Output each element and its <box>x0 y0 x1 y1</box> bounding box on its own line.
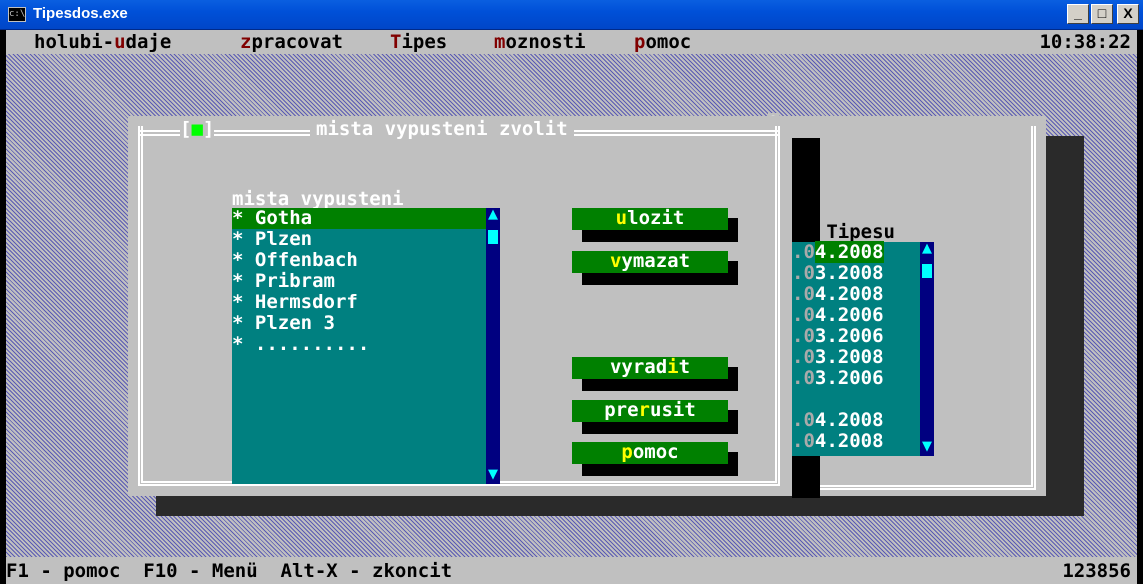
status-bar: F1 - pomoc F10 - Menü Alt-X - zkoncit 12… <box>6 557 1137 584</box>
row-prefix: .0 <box>792 346 815 368</box>
menu-tipes[interactable]: Tipes <box>390 32 447 53</box>
list-item[interactable]: .04.2006 <box>792 305 884 326</box>
list-item[interactable]: .04.2008 <box>792 431 884 452</box>
menu-label: omoc <box>645 31 692 53</box>
row-prefix: .0 <box>792 409 815 431</box>
scroll-down-arrow-icon[interactable]: ▼ <box>920 440 934 454</box>
row-date: 3.2008 <box>814 346 884 368</box>
button-label: omoc <box>632 441 679 463</box>
row-prefix: .0 <box>792 241 815 263</box>
row-date: 4.2008 <box>814 430 884 452</box>
list-item[interactable]: .03.2008 <box>792 263 884 284</box>
list-item[interactable]: .04.2008 <box>792 410 884 431</box>
list-item[interactable]: .04.2008 <box>792 241 884 263</box>
list-item[interactable]: * Offenbach <box>232 250 486 271</box>
dialog-close-button[interactable]: [■] <box>180 118 215 140</box>
row-date: 3.2008 <box>814 262 884 284</box>
button-hotkey: v <box>609 250 622 272</box>
row-prefix: .0 <box>792 262 815 284</box>
button-label: pre <box>604 399 639 421</box>
vymazat-button[interactable]: vymazat <box>572 251 728 273</box>
menu-label: pracovat <box>251 31 343 53</box>
window-title: Tipesdos.exe <box>33 5 128 22</box>
button-label: t <box>678 356 691 378</box>
background-date-list[interactable]: .04.2008 .03.2008 .04.2008 .04.2006 .03.… <box>792 241 920 456</box>
close-mark-icon: ■ <box>191 118 203 140</box>
list-item[interactable]: .03.2006 <box>792 368 884 389</box>
pomoc-button[interactable]: pomoc <box>572 442 728 464</box>
list-scrollbar[interactable]: ▲ ▼ <box>486 208 500 484</box>
list-item[interactable]: * Plzen <box>232 229 486 250</box>
row-prefix: .0 <box>792 430 815 452</box>
button-label: usit <box>650 399 696 421</box>
menu-label: daje <box>125 31 172 53</box>
scroll-down-arrow-icon[interactable]: ▼ <box>486 468 500 482</box>
row-prefix: .0 <box>792 367 815 389</box>
menu-moznosti[interactable]: moznosti <box>494 32 586 53</box>
menu-pomoc[interactable]: pomoc <box>634 32 691 53</box>
menu-hotkey: T <box>390 31 402 53</box>
window-titlebar[interactable]: c:\ Tipesdos.exe _ □ X <box>0 0 1143 30</box>
row-prefix: .0 <box>792 325 815 347</box>
menu-zpracovat[interactable]: zpracovat <box>240 32 343 53</box>
vyradit-button[interactable]: vyradit <box>572 357 728 379</box>
prerusit-button[interactable]: prerusit <box>572 400 728 422</box>
scroll-up-arrow-icon[interactable]: ▲ <box>486 208 500 222</box>
button-hotkey: p <box>621 441 633 463</box>
close-window-button[interactable]: X <box>1117 4 1139 24</box>
status-counter: 123856 <box>1062 560 1131 582</box>
menu-hotkey: p <box>634 31 646 53</box>
bracket-right: ] <box>202 118 215 140</box>
scroll-up-arrow-icon[interactable]: ▲ <box>920 242 934 256</box>
row-date: 4.2008 <box>814 283 884 305</box>
button-label: vyrad <box>609 356 668 378</box>
row-prefix: .0 <box>792 283 815 305</box>
row-date: 4.2008 <box>814 241 884 263</box>
list-item[interactable]: * Plzen 3 <box>232 313 486 334</box>
menu-bar: holubi-udaje zpracovat Tipes moznosti po… <box>6 30 1137 54</box>
console-area: holubi-udaje zpracovat Tipes moznosti po… <box>6 30 1137 584</box>
status-shortcuts: F1 - pomoc F10 - Menü Alt-X - zkoncit <box>6 560 453 582</box>
menu-label: holubi- <box>34 31 115 53</box>
list-item[interactable]: .04.2008 <box>792 284 884 305</box>
list-item[interactable]: .03.2006 <box>792 326 884 347</box>
bracket-left: [ <box>180 118 192 140</box>
column-header-od-tipesu: od Tipesu <box>792 221 895 243</box>
minimize-button[interactable]: _ <box>1067 4 1089 24</box>
maximize-button[interactable]: □ <box>1091 4 1113 24</box>
row-date: 4.2006 <box>814 304 884 326</box>
row-date: 3.2006 <box>814 325 884 347</box>
menu-hotkey: z <box>240 31 252 53</box>
menu-holubi-udaje[interactable]: holubi-udaje <box>34 32 171 53</box>
list-item[interactable]: * Pribram <box>232 271 486 292</box>
button-label: lozit <box>627 207 685 229</box>
button-hotkey: r <box>638 399 650 421</box>
console-app-icon[interactable]: c:\ <box>8 7 26 22</box>
list-item[interactable]: * Gotha <box>232 208 486 229</box>
menu-hotkey: m <box>494 31 506 53</box>
scroll-thumb[interactable] <box>922 264 932 278</box>
button-hotkey: u <box>615 207 628 229</box>
dialog-mista-vypusteni: [■] mista vypusteni zvolit mista vypuste… <box>128 116 792 496</box>
button-hotkey: i <box>667 356 679 378</box>
row-prefix: .0 <box>792 304 815 326</box>
menu-label: oznosti <box>505 31 586 53</box>
row-date: 4.2008 <box>814 409 884 431</box>
row-date: 3.2006 <box>814 367 884 389</box>
menu-hotkey: u <box>114 31 126 53</box>
dialog-title: mista vypusteni zvolit <box>310 119 574 140</box>
list-item[interactable]: .03.2008 <box>792 347 884 368</box>
clock: 10:38:22 <box>1039 31 1131 53</box>
release-places-list[interactable]: * Gotha * Plzen * Offenbach * Pribram * … <box>232 208 486 484</box>
list-item[interactable]: * .......... <box>232 334 486 355</box>
scroll-thumb[interactable] <box>488 230 498 244</box>
button-label: ymazat <box>621 250 691 272</box>
list-item[interactable]: * Hermsdorf <box>232 292 486 313</box>
background-list-scrollbar[interactable]: ▲ ▼ <box>920 242 934 456</box>
ulozit-button[interactable]: ulozit <box>572 208 728 230</box>
menu-label: ipes <box>401 31 448 53</box>
